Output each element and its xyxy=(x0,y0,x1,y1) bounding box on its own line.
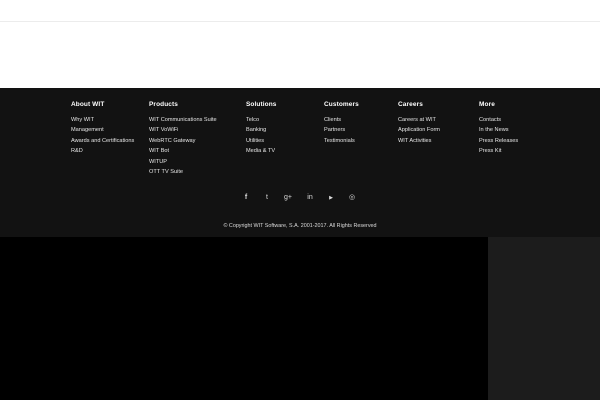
footer-link[interactable]: Partners xyxy=(324,125,359,135)
footer-link[interactable]: Telco xyxy=(246,115,277,125)
bottom-area xyxy=(0,237,488,400)
footer-link[interactable]: Awards and Certifications xyxy=(71,136,134,146)
footer-column-title: Customers xyxy=(324,101,359,108)
footer-link[interactable]: Contacts xyxy=(479,115,518,125)
footer-link[interactable]: In the News xyxy=(479,125,518,135)
footer-column-products: Products WIT Communications Suite WIT Vo… xyxy=(149,101,217,177)
footer-link[interactable]: Application Form xyxy=(398,125,440,135)
footer-link[interactable]: Careers at WIT xyxy=(398,115,440,125)
footer-link[interactable]: OTT TV Suite xyxy=(149,167,217,177)
footer-link[interactable]: Testimonials xyxy=(324,136,359,146)
footer-link[interactable]: WITUP xyxy=(149,157,217,167)
footer-link[interactable]: WIT Activities xyxy=(398,136,440,146)
side-panel xyxy=(488,237,600,400)
footer-column-title: Solutions xyxy=(246,101,277,108)
footer-link[interactable]: WebRTC Gateway xyxy=(149,136,217,146)
page-content-area xyxy=(0,0,600,88)
footer-link[interactable]: Management xyxy=(71,125,134,135)
facebook-icon[interactable]: f xyxy=(241,193,251,203)
footer-link[interactable]: Press Releases xyxy=(479,136,518,146)
site-footer: About WIT Why WIT Management Awards and … xyxy=(0,88,600,237)
footer-link[interactable]: Utilities xyxy=(246,136,277,146)
footer-link[interactable]: Clients xyxy=(324,115,359,125)
footer-link[interactable]: Banking xyxy=(246,125,277,135)
linkedin-icon[interactable]: in xyxy=(305,193,315,203)
footer-column-careers: Careers Careers at WIT Application Form … xyxy=(398,101,440,146)
social-links: f t g+ in ▶ ◎ xyxy=(0,193,600,203)
footer-link[interactable]: Media & TV xyxy=(246,146,277,156)
twitter-icon[interactable]: t xyxy=(262,193,272,203)
footer-column-more: More Contacts In the News Press Releases… xyxy=(479,101,518,157)
instagram-icon[interactable]: ◎ xyxy=(347,193,357,203)
footer-column-customers: Customers Clients Partners Testimonials xyxy=(324,101,359,146)
divider xyxy=(0,21,600,22)
google-plus-icon[interactable]: g+ xyxy=(283,193,293,203)
footer-column-about: About WIT Why WIT Management Awards and … xyxy=(71,101,134,157)
footer-column-title: About WIT xyxy=(71,101,105,108)
footer-link[interactable]: WIT Bot xyxy=(149,146,217,156)
youtube-icon[interactable]: ▶ xyxy=(326,193,336,203)
footer-column-title: More xyxy=(479,101,495,108)
footer-column-title: Products xyxy=(149,101,178,108)
footer-link[interactable]: WIT VoWiFi xyxy=(149,125,217,135)
footer-link[interactable]: R&D xyxy=(71,146,134,156)
footer-link[interactable]: Why WIT xyxy=(71,115,134,125)
copyright-text: © Copyright WIT Software, S.A. 2001-2017… xyxy=(223,223,377,229)
footer-link[interactable]: WIT Communications Suite xyxy=(149,115,217,125)
footer-column-title: Careers xyxy=(398,101,423,108)
footer-column-solutions: Solutions Telco Banking Utilities Media … xyxy=(246,101,277,157)
footer-link[interactable]: Press Kit xyxy=(479,146,518,156)
